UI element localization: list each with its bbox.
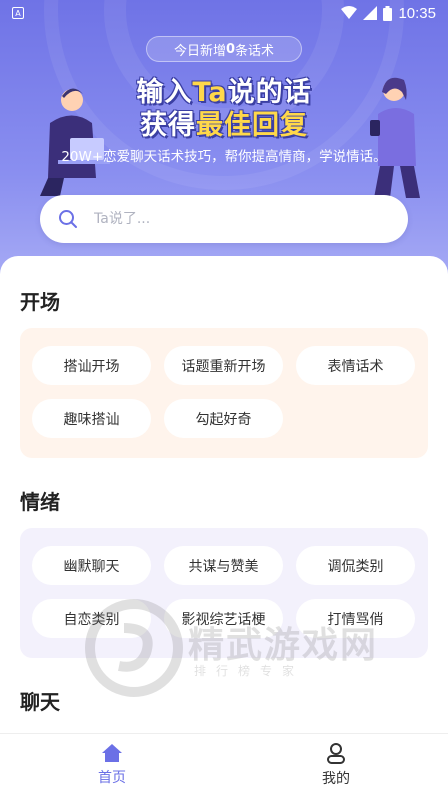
tab-mine[interactable]: 我的 — [224, 734, 448, 796]
battery-icon — [383, 5, 393, 21]
tab-home[interactable]: 首页 — [0, 734, 224, 796]
status-time: 10:35 — [398, 4, 436, 22]
search-icon — [59, 210, 77, 228]
emotion-tag-panel: 幽默聊天 共谋与赞美 调侃类别 自恋类别 影视综艺话梗 打情骂俏 — [20, 528, 428, 658]
tag-fun-chat-up[interactable]: 趣味搭讪 — [32, 399, 151, 438]
pill-prefix: 今日新增 — [173, 43, 226, 59]
home-icon — [102, 744, 122, 762]
headline2-part: 获得 — [140, 110, 196, 141]
signal-icon — [363, 6, 378, 20]
hero-subtitle: 20W+恋爱聊天话术技巧，帮你提高情商，学说情话。 — [61, 149, 387, 165]
tab-mine-label: 我的 — [322, 771, 350, 787]
pill-suffix: 条话术 — [235, 43, 275, 59]
daily-count-pill: 今日新增 0 条话术 — [146, 36, 302, 62]
user-icon — [327, 743, 345, 764]
tag-humor-chat[interactable]: 幽默聊天 — [32, 546, 151, 585]
tag-chat-up-opening[interactable]: 搭讪开场 — [32, 346, 151, 385]
tab-home-label: 首页 — [98, 770, 126, 786]
tag-conspire-praise[interactable]: 共谋与赞美 — [164, 546, 283, 585]
main-content: 开场 搭讪开场 话题重新开场 表情话术 趣味搭讪 勾起好奇 情绪 幽默聊天 共谋… — [0, 256, 448, 736]
section-title-chat: 聊天 — [20, 690, 60, 714]
section-title-emotion: 情绪 — [20, 490, 60, 514]
search-input[interactable] — [94, 211, 354, 227]
pill-count: 0 — [225, 41, 236, 57]
section-title-opening: 开场 — [20, 290, 60, 314]
tag-tease-category[interactable]: 调侃类别 — [296, 546, 415, 585]
tag-emoji-talk[interactable]: 表情话术 — [296, 346, 415, 385]
wifi-icon — [341, 6, 358, 19]
tag-movie-variety-memes[interactable]: 影视综艺话梗 — [164, 599, 283, 638]
tag-narcissism-category[interactable]: 自恋类别 — [32, 599, 151, 638]
status-bar: A 10:35 — [0, 0, 448, 26]
opening-tag-panel: 搭讪开场 话题重新开场 表情话术 趣味搭讪 勾起好奇 — [20, 328, 428, 458]
app-notification-icon: A — [12, 7, 24, 19]
bottom-tab-bar: 首页 我的 — [0, 733, 448, 796]
search-bar[interactable] — [40, 195, 408, 243]
tag-restart-topic[interactable]: 话题重新开场 — [164, 346, 283, 385]
hero-banner: A 10:35 今日新增 0 条话术 输入Ta说的话 获得最佳回复 20W+恋爱聊天… — [0, 0, 448, 290]
headline2-highlight: 最佳回复 — [196, 110, 308, 141]
tag-flirt-banter[interactable]: 打情骂俏 — [296, 599, 415, 638]
headline-line2: 获得最佳回复 — [0, 103, 448, 142]
tag-arouse-curiosity[interactable]: 勾起好奇 — [164, 399, 283, 438]
